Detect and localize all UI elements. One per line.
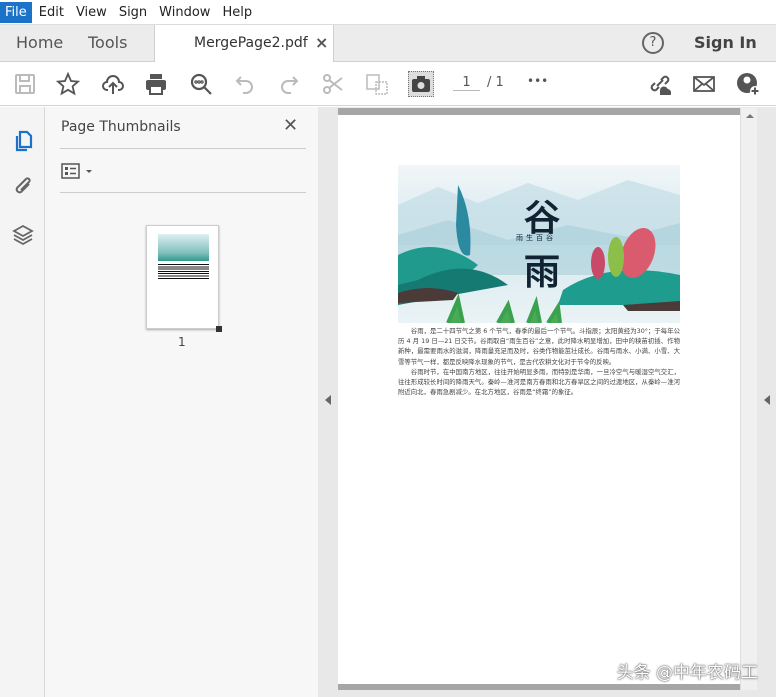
sign-in-button[interactable]: Sign In xyxy=(694,25,757,61)
document-tab-title: MergePage2.pdf xyxy=(194,35,308,51)
close-tab-button[interactable]: × xyxy=(315,25,328,61)
menu-bar: File Edit View Sign Window Help xyxy=(0,0,776,25)
cut-icon[interactable] xyxy=(320,71,346,97)
star-icon[interactable] xyxy=(55,71,81,97)
watermark: 头条 @中年农码工 xyxy=(616,663,758,683)
tab-home[interactable]: Home xyxy=(16,25,63,62)
left-icon-strip xyxy=(0,107,45,697)
layers-icon[interactable] xyxy=(11,223,35,251)
page-thumbnails-panel: Page Thumbnails ✕ 1 xyxy=(45,107,318,697)
document-body: 谷雨，是二十四节气之第 6 个节气，春季的最后一个节气。斗指辰；太阳黄经为30°… xyxy=(398,326,680,397)
share-link-icon[interactable] xyxy=(646,71,672,97)
compare-icon[interactable] xyxy=(364,71,390,97)
attachment-icon[interactable] xyxy=(11,175,35,203)
thumbnail-page-label: 1 xyxy=(178,335,186,349)
save-icon[interactable] xyxy=(12,71,38,97)
print-icon[interactable] xyxy=(143,71,169,97)
redo-icon[interactable] xyxy=(276,71,302,97)
tab-bar: Home Tools MergePage2.pdf × ? Sign In xyxy=(0,25,776,62)
art-subtitle: 雨生百谷 xyxy=(516,234,556,242)
paragraph: 谷雨时节，在中国南方地区，往往开始明显多雨，而特别是华南，一旦冷空气与暖湿空气交… xyxy=(398,367,680,397)
vertical-scrollbar[interactable] xyxy=(740,108,757,690)
snapshot-camera-icon[interactable] xyxy=(408,71,434,97)
thumbnail-options-button[interactable] xyxy=(61,163,101,179)
email-icon[interactable] xyxy=(691,71,717,97)
divider xyxy=(60,192,306,193)
tab-tools[interactable]: Tools xyxy=(88,25,127,62)
toolbar: 1 / 1 ••• xyxy=(0,62,776,106)
tab-document[interactable]: MergePage2.pdf × xyxy=(154,25,334,62)
help-icon[interactable]: ? xyxy=(642,32,664,54)
close-panel-button[interactable]: ✕ xyxy=(283,115,298,136)
upload-cloud-icon[interactable] xyxy=(100,71,126,97)
zoom-search-icon[interactable] xyxy=(188,71,214,97)
more-tools-button[interactable]: ••• xyxy=(527,74,548,88)
collapse-left-arrow-icon[interactable] xyxy=(325,395,331,405)
page-thumbnail[interactable] xyxy=(146,225,222,332)
paragraph: 谷雨，是二十四节气之第 6 个节气，春季的最后一个节气。斗指辰；太阳黄经为30°… xyxy=(398,327,680,366)
menu-window[interactable]: Window xyxy=(154,2,215,23)
panel-title: Page Thumbnails xyxy=(61,119,181,135)
page-bottom-edge xyxy=(338,684,740,690)
art-title-bottom: 雨 xyxy=(524,251,561,293)
guyu-illustration: 谷 雨生百谷 雨 xyxy=(398,165,680,323)
menu-edit[interactable]: Edit xyxy=(34,2,69,23)
menu-file[interactable]: File xyxy=(0,1,32,23)
page-number-input[interactable]: 1 xyxy=(453,75,480,91)
page-top-edge xyxy=(338,108,740,115)
page-total: / 1 xyxy=(487,75,504,90)
menu-sign[interactable]: Sign xyxy=(114,2,152,23)
add-user-icon[interactable] xyxy=(735,71,761,97)
divider xyxy=(60,148,306,149)
menu-help[interactable]: Help xyxy=(217,2,257,23)
list-options-icon xyxy=(61,163,92,179)
menu-view[interactable]: View xyxy=(71,2,112,23)
undo-icon[interactable] xyxy=(232,71,258,97)
expand-right-arrow-icon[interactable] xyxy=(764,395,770,405)
pages-icon[interactable] xyxy=(11,129,35,157)
